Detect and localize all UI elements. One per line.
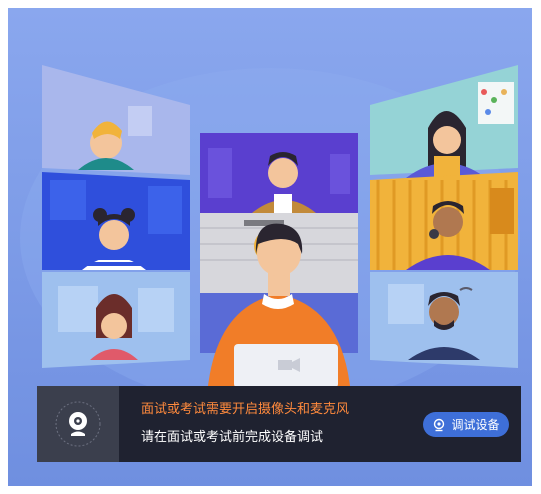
test-device-button[interactable]: 调试设备 [423,412,509,437]
webcam-icon [434,418,445,431]
device-check-panel: 面试或考试需要开启摄像头和麦克风 请在面试或考试前完成设备调试 调试设备 [8,8,532,486]
right-tiles [370,65,518,368]
page-frame: 面试或考试需要开启摄像头和麦克风 请在面试或考试前完成设备调试 调试设备 [0,0,541,494]
test-device-button-label: 调试设备 [451,418,500,432]
webcam-icon [55,401,101,447]
left-tiles [42,65,190,368]
webcam-status [37,386,119,462]
device-notice-bar: 面试或考试需要开启摄像头和麦克风 请在面试或考试前完成设备调试 调试设备 [37,386,521,462]
